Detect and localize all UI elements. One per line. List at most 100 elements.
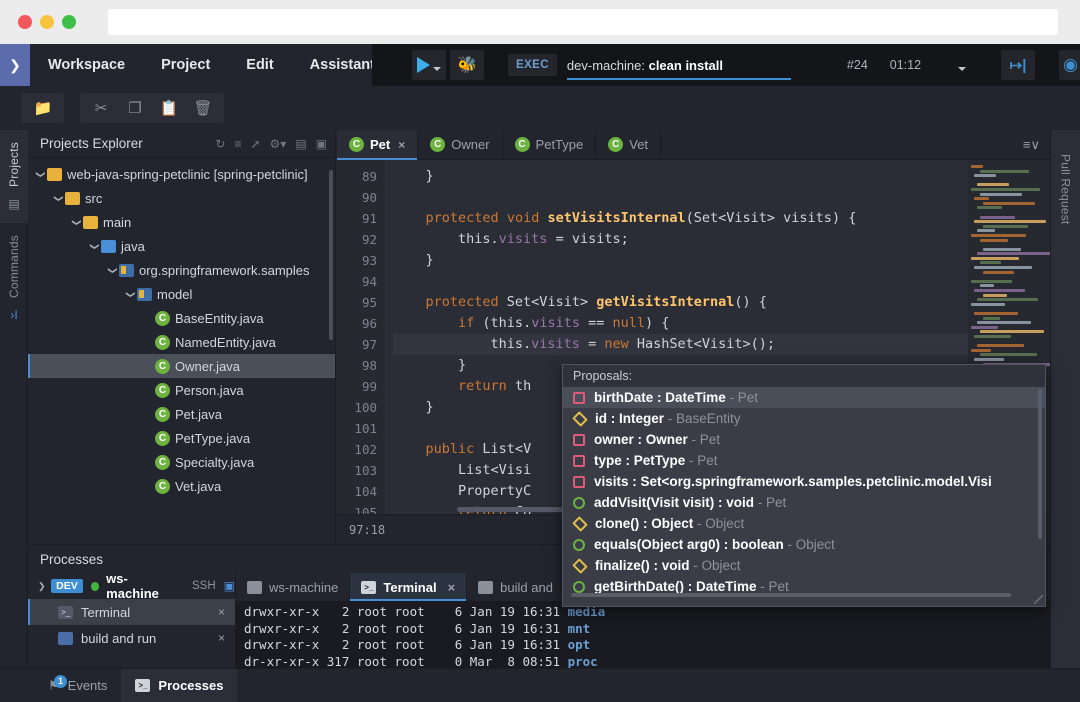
tree-item[interactable]: ❯org.springframework.samples xyxy=(28,258,335,282)
editor-tab[interactable]: COwner xyxy=(418,130,502,159)
tab-events[interactable]: ⚑ 1 Events xyxy=(34,669,121,702)
sidebar-item-label: Projects xyxy=(7,142,21,187)
elapsed-time: 01:12 xyxy=(890,58,921,72)
process-item[interactable]: build and run× xyxy=(28,625,235,651)
panel-right-icon[interactable]: ▣ xyxy=(316,137,327,151)
minimap-line xyxy=(974,266,1032,269)
address-bar[interactable] xyxy=(108,9,1058,35)
tree-item[interactable]: CVet.java xyxy=(28,474,335,498)
chevron-down-icon[interactable]: ❯ xyxy=(125,288,136,301)
trash-icon: 🗑 xyxy=(193,99,212,117)
minimap-line xyxy=(977,183,1009,186)
tree-item[interactable]: CPet.java xyxy=(28,402,335,426)
close-process-icon[interactable]: × xyxy=(218,631,225,645)
proposal-item[interactable]: clone() : Object - Object xyxy=(563,513,1045,534)
tree-item[interactable]: ❯src xyxy=(28,186,335,210)
chevron-down-icon[interactable]: ❯ xyxy=(107,264,118,277)
line-number: 99 xyxy=(337,376,377,397)
panel-left-icon[interactable]: ▤ xyxy=(295,137,306,151)
menu-workspace[interactable]: Workspace xyxy=(30,44,143,86)
close-window-button[interactable] xyxy=(18,15,32,29)
proposal-item[interactable]: birthDate : DateTime - Pet xyxy=(563,387,1045,408)
proposals-horizontal-scrollbar[interactable] xyxy=(571,593,1011,597)
minimize-window-button[interactable] xyxy=(40,15,54,29)
target-button[interactable]: ◉ xyxy=(1059,50,1080,80)
tree-item[interactable]: CBaseEntity.java xyxy=(28,306,335,330)
cut-button[interactable]: ✂ xyxy=(84,94,118,122)
exec-status-bar[interactable]: dev-machine: clean install xyxy=(567,50,787,80)
minimap-line xyxy=(980,353,1037,356)
proposal-item[interactable]: equals(Object arg0) : boolean - Object xyxy=(563,534,1045,555)
proposal-item[interactable]: finalize() : void - Object xyxy=(563,555,1045,576)
maximize-window-button[interactable] xyxy=(62,15,76,29)
machine-name: ws-machine xyxy=(106,571,176,601)
copy-button[interactable]: ❐ xyxy=(118,94,152,122)
menu-project[interactable]: Project xyxy=(143,44,228,86)
tree-item[interactable]: COwner.java xyxy=(28,354,335,378)
tree-item[interactable]: CSpecialty.java xyxy=(28,450,335,474)
refresh-icon[interactable]: ↻ xyxy=(215,137,225,151)
minimap-line xyxy=(983,202,1035,205)
tree-item[interactable]: CNamedEntity.java xyxy=(28,330,335,354)
proposal-item[interactable]: owner : Owner - Pet xyxy=(563,429,1045,450)
right-sidebar-rail[interactable]: Pull Request xyxy=(1050,130,1080,702)
terminal-dirname: proc xyxy=(568,654,598,669)
process-tab[interactable]: build and xyxy=(467,573,565,601)
tree-item[interactable]: CPerson.java xyxy=(28,378,335,402)
chevron-right-icon[interactable]: ❯ xyxy=(0,44,30,86)
proposal-item[interactable]: type : PetType - Pet xyxy=(563,450,1045,471)
tab-processes[interactable]: >_ Processes xyxy=(121,669,237,702)
split-editor-button[interactable]: ↦| xyxy=(1001,50,1035,80)
editor-menu-icon[interactable]: ≡∨ xyxy=(1013,130,1050,159)
exec-dropdown-button[interactable] xyxy=(943,50,977,80)
machine-row[interactable]: ❯ DEV ws-machine SSH ▣ xyxy=(28,573,235,599)
sidebar-item-projects[interactable]: Projects ▤ xyxy=(0,130,28,223)
link-editor-icon[interactable]: ➚ xyxy=(250,137,260,151)
chevron-down-icon[interactable]: ❯ xyxy=(38,581,51,592)
tree-item[interactable]: ❯main xyxy=(28,210,335,234)
chevron-down-icon[interactable]: ❯ xyxy=(35,168,46,181)
chevron-down-icon[interactable]: ❯ xyxy=(89,240,100,253)
tree-item[interactable]: CPetType.java xyxy=(28,426,335,450)
process-tab[interactable]: ws-machine xyxy=(236,573,350,601)
close-tab-icon[interactable]: × xyxy=(398,138,405,152)
clipboard-actions-group: ✂ ❐ 📋 🗑 xyxy=(80,93,224,123)
sidebar-item-commands[interactable]: Commands ›I xyxy=(0,223,28,334)
menu-edit[interactable]: Edit xyxy=(228,44,291,86)
editor-tab[interactable]: CPet× xyxy=(337,130,418,159)
process-item[interactable]: >_Terminal× xyxy=(28,599,235,625)
tab-label: Events xyxy=(68,678,108,693)
close-process-icon[interactable]: × xyxy=(218,605,225,619)
delete-button[interactable]: 🗑 xyxy=(186,94,220,122)
minimap-line xyxy=(983,271,1014,274)
process-tab[interactable]: >_Terminal× xyxy=(350,573,467,601)
new-file-icon: 📁 xyxy=(34,99,53,117)
proposal-item[interactable]: addVisit(Visit visit) : void - Pet xyxy=(563,492,1045,513)
proposals-vertical-scrollbar[interactable] xyxy=(1038,389,1042,539)
gear-icon[interactable]: ⚙▾ xyxy=(270,137,287,151)
java-class-icon: C xyxy=(155,311,170,326)
new-file-button[interactable]: 📁 xyxy=(26,94,60,122)
proposal-item[interactable]: visits : Set<org.springframework.samples… xyxy=(563,471,1045,492)
chevron-down-icon[interactable]: ❯ xyxy=(71,216,82,229)
close-tab-icon[interactable]: × xyxy=(448,580,456,595)
run-button[interactable] xyxy=(412,50,446,80)
proposal-item[interactable]: id : Integer - BaseEntity xyxy=(563,408,1045,429)
explorer-scrollbar[interactable] xyxy=(329,170,333,340)
menu-items: ❯ Workspace Project Edit Assistant xyxy=(0,44,393,86)
add-terminal-icon[interactable]: ▣ xyxy=(224,579,235,593)
tree-item[interactable]: ❯model xyxy=(28,282,335,306)
paste-button[interactable]: 📋 xyxy=(152,94,186,122)
editor-tab[interactable]: CPetType xyxy=(503,130,597,159)
autocomplete-popup[interactable]: Proposals: birthDate : DateTime - Petid … xyxy=(562,364,1046,607)
resize-handle-icon[interactable] xyxy=(1034,595,1043,604)
debug-button[interactable]: 🐝 xyxy=(450,50,484,80)
line-number: 98 xyxy=(337,355,377,376)
ssh-label[interactable]: SSH xyxy=(192,580,216,592)
process-tab-label: Terminal xyxy=(383,580,436,595)
tree-item[interactable]: ❯java xyxy=(28,234,335,258)
chevron-down-icon[interactable]: ❯ xyxy=(53,192,64,205)
collapse-all-icon[interactable]: ≡ xyxy=(234,137,241,151)
tree-item[interactable]: ❯web-java-spring-petclinic [spring-petcl… xyxy=(28,162,335,186)
editor-tab[interactable]: CVet xyxy=(596,130,661,159)
